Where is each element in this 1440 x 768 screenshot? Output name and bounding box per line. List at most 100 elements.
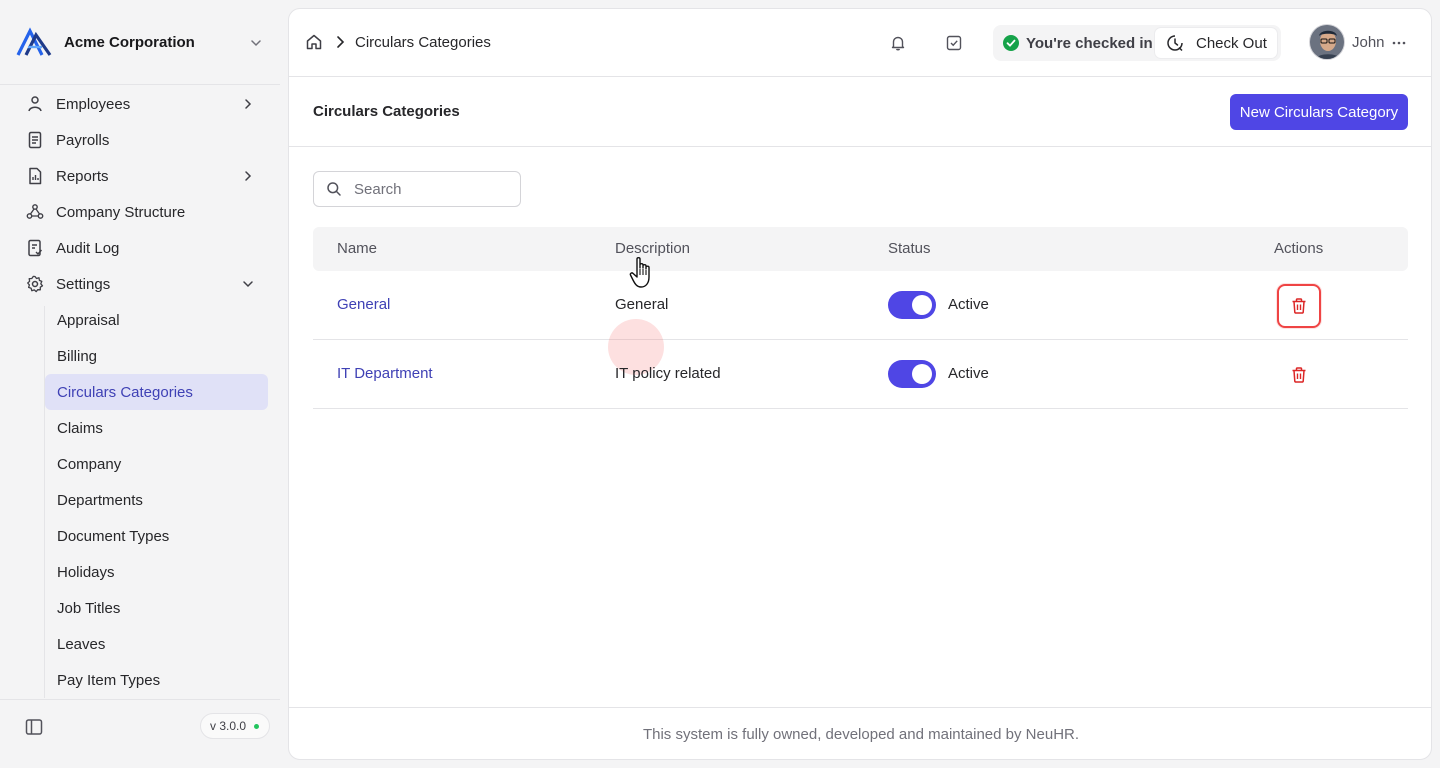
toggle-knob	[912, 295, 932, 315]
sidebar-item-company-structure[interactable]: Company Structure	[12, 194, 268, 230]
settings-item-company[interactable]: Company	[45, 446, 268, 482]
user-icon	[26, 95, 44, 113]
footer-text: This system is fully owned, developed an…	[642, 726, 1080, 743]
category-name-link[interactable]: IT Department	[337, 365, 433, 382]
status-label: Active	[948, 296, 989, 313]
sub-item-label: Departments	[57, 491, 143, 509]
table-row: IT Department IT policy related Active	[313, 340, 1408, 409]
sidebar-item-reports[interactable]: Reports	[12, 158, 268, 194]
user-avatar-icon	[1310, 25, 1344, 59]
receipt-icon	[26, 131, 44, 149]
home-icon[interactable]	[305, 33, 323, 51]
sidebar-item-label: Audit Log	[56, 239, 120, 257]
column-header-actions: Actions	[1274, 240, 1324, 257]
sub-item-label: Company	[57, 455, 122, 473]
check-circle-icon	[1003, 35, 1019, 51]
report-icon	[26, 167, 44, 185]
trash-icon	[1292, 367, 1306, 383]
column-header-name: Name	[337, 240, 378, 257]
status-toggle[interactable]	[888, 360, 936, 388]
search-box[interactable]	[313, 171, 521, 207]
settings-item-circulars-categories[interactable]: Circulars Categories	[45, 374, 268, 410]
settings-item-departments[interactable]: Departments	[45, 482, 268, 518]
category-name-link[interactable]: General	[337, 296, 390, 313]
gear-icon	[26, 275, 44, 293]
sidebar-item-label: Company Structure	[56, 203, 186, 221]
category-description: General	[615, 296, 669, 313]
more-horizontal-icon[interactable]	[1391, 35, 1407, 51]
sub-item-label: Pay Item Types	[57, 671, 161, 689]
sidebar-item-payrolls[interactable]: Payrolls	[12, 122, 268, 158]
version-text: v 3.0.0	[210, 719, 247, 733]
breadcrumb-current: Circulars Categories	[355, 33, 491, 51]
user-name[interactable]: John	[1352, 34, 1385, 51]
topbar: Circulars Categories You're checked in C…	[289, 9, 1431, 77]
sidebar-footer: v 3.0.0	[0, 699, 280, 768]
version-badge: v 3.0.0	[200, 713, 271, 739]
search-input[interactable]	[354, 180, 504, 198]
checkin-status: You're checked in Check Out	[993, 25, 1281, 61]
sidebar-item-audit-log[interactable]: Audit Log	[12, 230, 268, 266]
clock-icon	[1167, 35, 1183, 52]
toggle-knob	[912, 364, 932, 384]
settings-item-claims[interactable]: Claims	[45, 410, 268, 446]
page-header: Circulars Categories New Circulars Categ…	[289, 77, 1431, 147]
sub-item-label: Leaves	[57, 635, 106, 653]
status-dot-icon	[254, 723, 260, 729]
settings-item-appraisal[interactable]: Appraisal	[45, 302, 268, 338]
sidebar-item-settings[interactable]: Settings	[12, 266, 268, 302]
page-title: Circulars Categories	[313, 103, 460, 120]
sidebar: Acme Corporation Employees Payrolls Repo…	[0, 0, 280, 768]
breadcrumb: Circulars Categories	[305, 33, 491, 51]
sidebar-collapse-icon[interactable]	[24, 717, 44, 737]
check-out-button[interactable]: Check Out	[1155, 28, 1277, 58]
chevron-right-icon	[245, 171, 252, 181]
sub-item-label: Holidays	[57, 563, 115, 581]
check-out-label: Check Out	[1196, 34, 1267, 52]
sidebar-item-label: Payrolls	[56, 131, 110, 149]
sidebar-item-employees[interactable]: Employees	[12, 86, 268, 122]
table-header: Name Description Status Actions	[313, 227, 1408, 271]
sidebar-item-label: Settings	[56, 275, 111, 293]
status-toggle[interactable]	[888, 291, 936, 319]
audit-icon	[26, 239, 44, 257]
sub-item-label: Claims	[57, 419, 103, 437]
organization-switcher[interactable]: Acme Corporation	[0, 0, 280, 85]
chevron-down-icon	[251, 40, 261, 47]
delete-button[interactable]	[1277, 284, 1321, 328]
chevron-down-icon	[243, 281, 253, 288]
chevron-right-icon	[337, 36, 345, 48]
category-description: IT policy related	[615, 365, 721, 382]
status-label: Active	[948, 365, 989, 382]
settings-item-job-titles[interactable]: Job Titles	[45, 590, 268, 626]
organization-name: Acme Corporation	[64, 33, 195, 51]
sidebar-item-label: Employees	[56, 95, 131, 113]
settings-item-leaves[interactable]: Leaves	[45, 626, 268, 662]
hand-pointer-cursor-icon	[629, 257, 650, 288]
hierarchy-icon	[26, 203, 44, 221]
new-circulars-category-button[interactable]: New Circulars Category	[1230, 94, 1408, 130]
main-panel: Circulars Categories You're checked in C…	[288, 8, 1432, 760]
settings-item-holidays[interactable]: Holidays	[45, 554, 268, 590]
page-footer: This system is fully owned, developed an…	[289, 707, 1431, 759]
delete-button[interactable]	[1277, 353, 1321, 397]
sub-item-label: Circulars Categories	[57, 383, 193, 401]
sub-item-label: Billing	[57, 347, 98, 365]
table-row: General General Active	[313, 257, 1408, 375]
sub-item-label: Appraisal	[57, 311, 120, 329]
chevron-right-icon	[245, 99, 252, 109]
checkin-status-text: You're checked in	[1026, 34, 1153, 52]
avatar[interactable]	[1309, 24, 1345, 60]
settings-item-document-types[interactable]: Document Types	[45, 518, 268, 554]
sub-item-label: Job Titles	[57, 599, 121, 617]
settings-item-billing[interactable]: Billing	[45, 338, 268, 374]
trash-icon	[1292, 298, 1306, 314]
column-header-status: Status	[888, 240, 931, 257]
settings-item-pay-item-types[interactable]: Pay Item Types	[45, 662, 268, 698]
tasks-icon[interactable]	[945, 34, 963, 52]
sidebar-nav: Employees Payrolls Reports Company Struc…	[0, 86, 280, 698]
bell-icon[interactable]	[889, 34, 907, 52]
search-icon	[327, 182, 341, 196]
acme-logo-icon	[16, 27, 52, 56]
sidebar-item-label: Reports	[56, 167, 109, 185]
